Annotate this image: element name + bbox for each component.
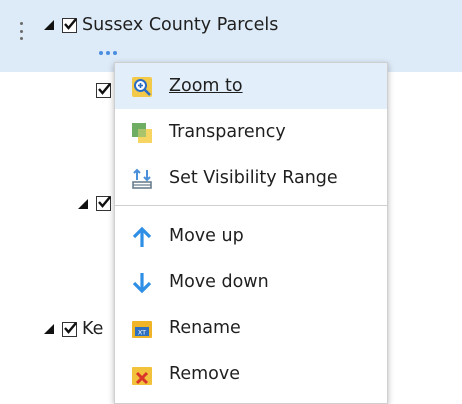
- sublayer-checkbox[interactable]: [96, 83, 111, 98]
- menu-item-label: Remove: [169, 364, 241, 384]
- menu-item-transparency[interactable]: Transparency: [115, 109, 387, 155]
- rename-icon: XT: [130, 317, 154, 341]
- layer-visibility-checkbox[interactable]: [62, 322, 77, 337]
- expander-triangle-icon[interactable]: [44, 324, 54, 334]
- more-options-icon[interactable]: [99, 51, 117, 55]
- expander-triangle-icon[interactable]: [78, 199, 88, 209]
- checkmark-icon: [98, 83, 111, 95]
- arrow-down-icon: [130, 271, 154, 295]
- layer-visibility-checkbox[interactable]: [62, 18, 77, 33]
- layer-context-menu: Zoom to Transparency Set Visibility Rang…: [114, 62, 388, 404]
- menu-item-label: Transparency: [169, 122, 286, 142]
- zoom-in-icon: [130, 75, 154, 99]
- layer-title: Ke: [82, 319, 104, 339]
- visibility-range-icon: [130, 167, 154, 191]
- expander-triangle-icon[interactable]: [44, 20, 54, 30]
- menu-item-label: Zoom to: [169, 76, 243, 96]
- transparency-icon: [130, 121, 154, 145]
- layer-title: Sussex County Parcels: [82, 15, 279, 35]
- sublayer-checkbox[interactable]: [96, 196, 111, 211]
- menu-item-zoom-to[interactable]: Zoom to: [115, 63, 387, 109]
- menu-item-remove[interactable]: Remove: [115, 351, 387, 397]
- menu-item-set-visibility-range[interactable]: Set Visibility Range: [115, 155, 387, 201]
- menu-item-move-down[interactable]: Move down: [115, 259, 387, 305]
- menu-item-label: Move down: [169, 272, 269, 292]
- remove-icon: [130, 363, 154, 387]
- menu-item-label: Set Visibility Range: [169, 168, 338, 188]
- arrow-up-icon: [130, 225, 154, 249]
- menu-item-move-up[interactable]: Move up: [115, 213, 387, 259]
- drag-handle-icon[interactable]: [19, 22, 23, 40]
- menu-separator: [115, 205, 387, 206]
- checkmark-icon: [64, 322, 77, 334]
- menu-item-label: Move up: [169, 226, 244, 246]
- menu-item-rename[interactable]: XT Rename: [115, 305, 387, 351]
- checkmark-icon: [98, 196, 111, 208]
- svg-text:XT: XT: [138, 329, 146, 337]
- checkmark-icon: [64, 18, 77, 30]
- menu-item-label: Rename: [169, 318, 241, 338]
